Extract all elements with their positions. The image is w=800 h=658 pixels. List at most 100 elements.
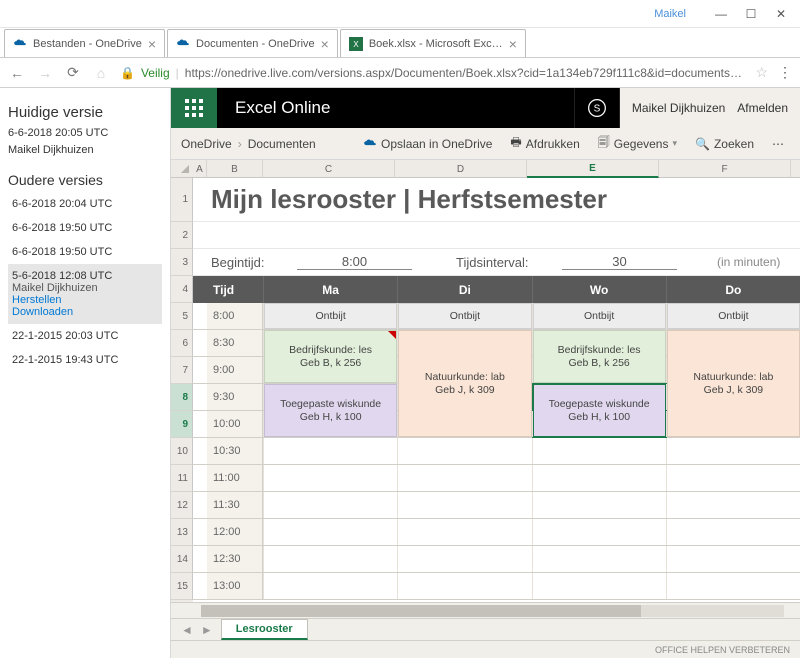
day-cell[interactable]	[397, 384, 531, 410]
version-item[interactable]: 6-6-2018 20:04 UTC	[8, 192, 162, 216]
row-header[interactable]: 3	[171, 249, 193, 276]
row-header[interactable]: 2	[171, 222, 193, 249]
day-cell[interactable]	[666, 438, 800, 464]
row-header[interactable]: 8	[171, 384, 193, 411]
status-bar[interactable]: OFFICE HELPEN VERBETEREN	[171, 640, 800, 658]
row-header[interactable]: 12	[171, 492, 193, 519]
day-cell[interactable]	[263, 546, 397, 572]
version-item[interactable]: 22-1-2015 19:43 UTC	[8, 348, 162, 372]
spreadsheet-area[interactable]: Mijn lesrooster | Herfstsemester Beginti…	[193, 178, 800, 602]
col-header-B[interactable]: B	[207, 160, 263, 178]
day-cell[interactable]	[263, 519, 397, 545]
calendar-event[interactable]: Ontbijt	[667, 303, 800, 329]
browser-menu-icon[interactable]: ⋮	[778, 64, 792, 81]
breadcrumb-item[interactable]: Documenten	[248, 137, 316, 151]
row-header[interactable]: 15	[171, 573, 193, 600]
browser-tab-2[interactable]: X Boek.xlsx - Microsoft Exc… ×	[340, 29, 526, 57]
day-cell[interactable]	[397, 573, 531, 599]
signed-in-user[interactable]: Maikel Dijkhuizen	[632, 101, 725, 115]
horizontal-scrollbar[interactable]	[171, 602, 800, 618]
browser-tab-1[interactable]: Documenten - OneDrive ×	[167, 29, 338, 57]
day-cell[interactable]	[666, 492, 800, 518]
day-cell[interactable]	[666, 411, 800, 437]
sheet-tab[interactable]: Lesrooster	[221, 619, 308, 640]
version-item[interactable]: 22-1-2015 20:03 UTC	[8, 324, 162, 348]
more-menu[interactable]: ⋯	[766, 137, 790, 151]
day-cell[interactable]	[263, 357, 397, 383]
row-header[interactable]: 4	[171, 276, 193, 303]
day-cell[interactable]	[397, 492, 531, 518]
sheet-nav-next[interactable]: ►	[201, 623, 213, 637]
address-field[interactable]: 🔒 Veilig | https://onedrive.live.com/ver…	[120, 66, 745, 80]
day-cell[interactable]	[397, 465, 531, 491]
breadcrumb-item[interactable]: OneDrive	[181, 137, 232, 151]
day-cell[interactable]	[532, 546, 666, 572]
version-item[interactable]: 6-6-2018 19:50 UTC	[8, 240, 162, 264]
col-header-A[interactable]: A	[193, 160, 207, 178]
signout-link[interactable]: Afmelden	[737, 101, 788, 115]
day-cell[interactable]	[666, 573, 800, 599]
close-button[interactable]: ✕	[766, 3, 796, 25]
day-cell[interactable]	[532, 411, 666, 437]
tab-close-icon[interactable]: ×	[321, 36, 329, 52]
day-cell[interactable]	[666, 519, 800, 545]
day-cell[interactable]	[397, 519, 531, 545]
print-button[interactable]: 🖶 Afdrukken	[504, 133, 585, 154]
day-cell[interactable]	[666, 546, 800, 572]
day-cell[interactable]: Ontbijt	[397, 303, 531, 329]
day-cell[interactable]: Ontbijt	[532, 303, 666, 329]
col-header-E[interactable]: E	[527, 160, 659, 178]
row-header[interactable]: 10	[171, 438, 193, 465]
day-cell[interactable]	[397, 357, 531, 383]
day-cell[interactable]	[532, 519, 666, 545]
tab-close-icon[interactable]: ×	[148, 36, 156, 52]
skype-button[interactable]: S	[574, 88, 620, 128]
calendar-event[interactable]: Ontbijt	[533, 303, 666, 329]
version-item[interactable]: 5-6-2018 12:08 UTCMaikel DijkhuizenHerst…	[8, 264, 162, 324]
sheet-nav-prev[interactable]: ◄	[181, 623, 193, 637]
day-cell[interactable]	[263, 573, 397, 599]
calendar-event[interactable]: Ontbijt	[398, 303, 531, 329]
row-header[interactable]: 14	[171, 546, 193, 573]
day-cell[interactable]	[532, 573, 666, 599]
bookmark-icon[interactable]: ☆	[755, 64, 768, 81]
app-launcher-button[interactable]	[171, 88, 217, 128]
tab-close-icon[interactable]: ×	[509, 36, 517, 52]
day-cell[interactable]	[666, 384, 800, 410]
maximize-button[interactable]: ☐	[736, 3, 766, 25]
day-cell[interactable]	[263, 465, 397, 491]
version-item[interactable]: 6-6-2018 19:50 UTC	[8, 216, 162, 240]
day-cell[interactable]	[397, 438, 531, 464]
day-cell[interactable]	[397, 411, 531, 437]
day-cell[interactable]: Natuurkunde: labGeb J, k 309	[397, 330, 531, 356]
minimize-button[interactable]: —	[706, 3, 736, 25]
day-cell[interactable]: Ontbijt	[263, 303, 397, 329]
row-header[interactable]: 11	[171, 465, 193, 492]
data-menu[interactable]: 🗐 Gegevens ▾	[592, 133, 683, 154]
reload-button[interactable]: ⟳	[64, 64, 82, 81]
col-header-C[interactable]: C	[263, 160, 395, 178]
row-header[interactable]: 1	[171, 178, 193, 222]
param-interval-value[interactable]: 30	[562, 254, 677, 270]
select-all-handle[interactable]	[171, 160, 193, 178]
find-button[interactable]: 🔍 Zoeken	[689, 137, 760, 151]
home-button[interactable]: ⌂	[92, 65, 110, 81]
row-header[interactable]: 13	[171, 519, 193, 546]
day-cell[interactable]	[532, 438, 666, 464]
day-cell[interactable]: Natuurkunde: labGeb J, k 309	[666, 330, 800, 356]
row-header[interactable]: 9	[171, 411, 193, 438]
back-button[interactable]: ←	[8, 65, 26, 81]
day-cell[interactable]: Ontbijt	[666, 303, 800, 329]
day-cell[interactable]	[666, 357, 800, 383]
param-begin-value[interactable]: 8:00	[297, 254, 412, 270]
day-cell[interactable]	[532, 492, 666, 518]
day-cell[interactable]	[397, 546, 531, 572]
forward-button[interactable]: →	[36, 65, 54, 81]
save-onedrive-button[interactable]: Opslaan in OneDrive	[357, 137, 498, 151]
col-header-D[interactable]: D	[395, 160, 527, 178]
day-cell[interactable]: Bedrijfskunde: lesGeb B, k 256	[263, 330, 397, 356]
day-cell[interactable]	[263, 492, 397, 518]
day-cell[interactable]	[263, 438, 397, 464]
day-cell[interactable]: Toegepaste wiskundeGeb H, k 100	[263, 384, 397, 410]
row-header[interactable]: 6	[171, 330, 193, 357]
